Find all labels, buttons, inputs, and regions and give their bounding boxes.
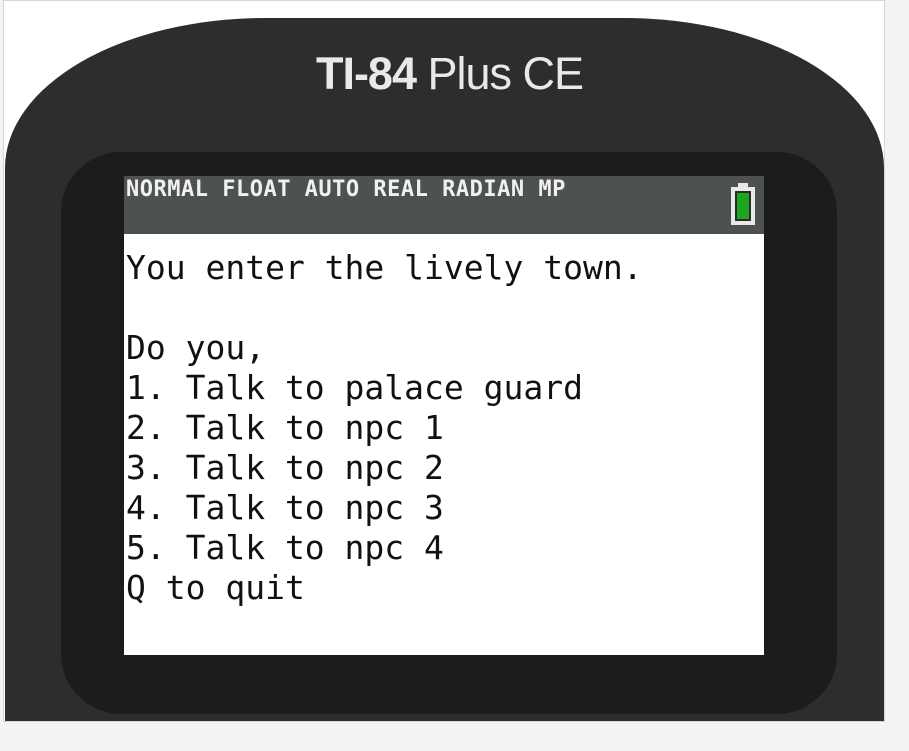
battery-full-icon: [731, 183, 755, 225]
mode-status-bar: NORMAL FLOAT AUTO REAL RADIAN MP: [124, 176, 764, 234]
menu-option-2: 2. Talk to npc 1: [126, 408, 444, 447]
menu-option-3: 3. Talk to npc 2: [126, 448, 444, 487]
program-output: You enter the lively town. Do you, 1. Ta…: [126, 248, 762, 608]
mode-status-text: NORMAL FLOAT AUTO REAL RADIAN MP: [126, 177, 566, 202]
calculator-title: TI-84 Plus CE: [5, 48, 884, 100]
output-line: Do you,: [126, 328, 266, 367]
menu-option-1: 1. Talk to palace guard: [126, 368, 583, 407]
menu-option-5: 5. Talk to npc 4: [126, 528, 444, 567]
battery-shell: [731, 187, 755, 225]
quit-option: Q to quit: [126, 568, 305, 607]
calculator-screen[interactable]: NORMAL FLOAT AUTO REAL RADIAN MP You ent…: [124, 176, 764, 655]
menu-option-4: 4. Talk to npc 3: [126, 488, 444, 527]
calculator-model-variant: Plus CE: [415, 48, 584, 99]
output-line: You enter the lively town.: [126, 248, 643, 287]
calculator-model-name: TI-84: [315, 48, 417, 99]
battery-level: [735, 191, 751, 221]
